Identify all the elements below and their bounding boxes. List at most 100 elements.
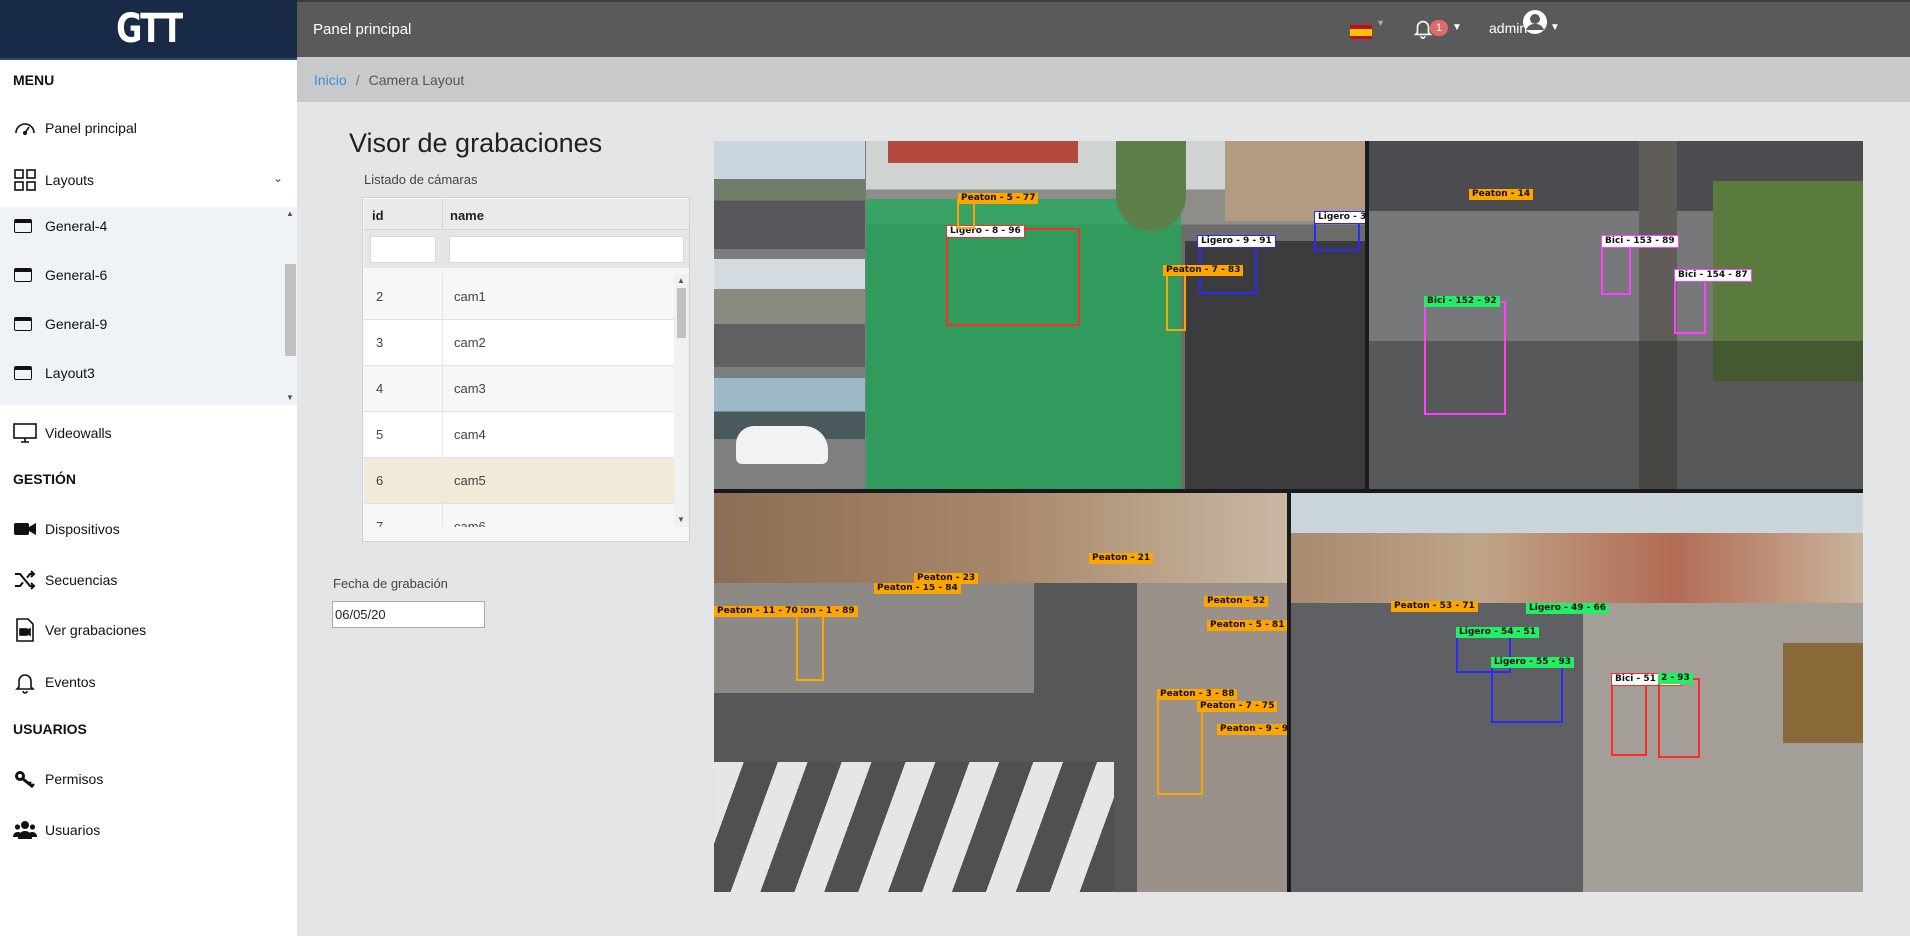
language-caret-icon[interactable]: ▼ xyxy=(1376,18,1385,28)
scroll-down-icon[interactable]: ▼ xyxy=(677,515,685,524)
column-header-id[interactable]: id xyxy=(372,208,384,223)
detection-label: Ligero - 32 xyxy=(1314,211,1365,224)
scrollbar-thumb[interactable] xyxy=(677,288,686,338)
sidebar: GTT MENU Panel principal Layouts ⌄ Gener… xyxy=(0,0,297,936)
column-divider[interactable] xyxy=(442,199,443,230)
table-scrollbar[interactable]: ▲ ▼ xyxy=(674,274,689,527)
sidebar-item-label: Layout3 xyxy=(45,365,95,381)
table-row[interactable]: 3 cam2 xyxy=(364,320,674,366)
sidebar-item-label: Dispositivos xyxy=(45,521,120,537)
camera-tile-2[interactable]: Bici - 152 - 92 Bici - 153 - 89 Bici - 1… xyxy=(1369,141,1863,489)
sidebar-item-usuarios[interactable]: Usuarios xyxy=(12,817,297,843)
cell-divider xyxy=(442,274,443,320)
grid-icon xyxy=(12,167,38,193)
camera-tile-3[interactable]: ton - 1 - 89 Peaton - 11 - 70 Peaton - 1… xyxy=(714,493,1287,892)
cell-divider xyxy=(442,458,443,504)
thumbnail-highway[interactable] xyxy=(714,141,865,249)
table-row[interactable]: 2 cam1 xyxy=(364,274,674,320)
detection-label: Peaton - 7 - 75 xyxy=(1197,701,1278,712)
detection-label: Peaton - 5 - 81 xyxy=(1207,620,1287,631)
sidebar-item-layout3[interactable]: Layout3 xyxy=(14,365,95,381)
cell-id: 4 xyxy=(376,381,384,396)
detection-box xyxy=(1658,678,1700,758)
user-caret-icon[interactable]: ▼ xyxy=(1550,22,1560,33)
monitor-icon xyxy=(12,420,38,446)
cell-divider xyxy=(442,412,443,458)
detection-label: Peaton - 5 - 77 xyxy=(958,193,1039,204)
sidebar-item-general-6[interactable]: General-6 xyxy=(14,267,107,283)
table-header: id name xyxy=(364,199,689,230)
cell-id: 2 xyxy=(376,289,384,304)
column-header-name[interactable]: name xyxy=(450,208,484,223)
chevron-down-icon[interactable]: ⌄ xyxy=(273,171,283,185)
top-bar: Panel principal xyxy=(297,0,1910,57)
cell-divider xyxy=(442,504,443,527)
cell-name: cam2 xyxy=(454,335,486,350)
camera-tile-1[interactable]: Ligero - 8 - 96 Peaton - 5 - 77 Ligero -… xyxy=(714,141,1365,489)
detection-label: Peaton - 23 xyxy=(914,573,979,584)
cell-name: cam6 xyxy=(454,519,486,527)
detection-label: Peaton - 21 xyxy=(1089,553,1154,564)
notifications-badge[interactable]: 1 xyxy=(1430,20,1449,36)
spain-flag-icon[interactable] xyxy=(1350,25,1372,39)
thumbnail-taxi[interactable] xyxy=(714,378,865,489)
trees xyxy=(1116,141,1186,231)
detection-box xyxy=(1674,274,1706,334)
detection-label: Ligero - 54 - 51 xyxy=(1456,627,1540,638)
camera-tile-4[interactable]: Ligero - 54 - 51 Ligero - 55 - 93 Ligero… xyxy=(1291,493,1863,892)
sidebar-item-secuencias[interactable]: Secuencias xyxy=(12,567,297,593)
table-row[interactable]: 4 cam3 xyxy=(364,366,674,412)
table-row[interactable]: 5 cam4 xyxy=(364,412,674,458)
name-filter-input[interactable] xyxy=(449,236,684,263)
cell-divider xyxy=(442,320,443,366)
thumbnail-bridge[interactable] xyxy=(714,259,865,367)
river xyxy=(1783,643,1863,743)
camera-list-label: Listado de cámaras xyxy=(364,172,478,187)
breadcrumb-home-link[interactable]: Inicio xyxy=(314,72,347,88)
detection-label: Ligero - 9 - 91 xyxy=(1197,235,1276,248)
detection-box xyxy=(1166,271,1186,331)
submenu-scrollbar[interactable]: ▲ ▼ xyxy=(283,207,297,405)
scroll-down-icon[interactable]: ▼ xyxy=(286,393,294,402)
detection-label: Peaton - 3 - 88 xyxy=(1157,689,1238,700)
id-filter-input[interactable] xyxy=(370,236,436,263)
detection-label: Peaton - 7 - 83 xyxy=(1163,265,1244,276)
recording-date-input[interactable] xyxy=(332,601,485,628)
sidebar-item-label: General-4 xyxy=(45,218,108,234)
sidebar-item-general-9[interactable]: General-9 xyxy=(14,316,107,332)
detection-label: Peaton - 11 - 70 xyxy=(714,606,801,617)
cell-id: 7 xyxy=(376,519,384,527)
video-camera-icon xyxy=(12,516,38,542)
bell-icon xyxy=(12,669,38,695)
scrollbar-thumb[interactable] xyxy=(285,264,296,356)
sidebar-item-permisos[interactable]: Permisos xyxy=(12,766,297,792)
sidebar-item-ver-grabaciones[interactable]: Ver grabaciones xyxy=(12,617,297,643)
sidebar-item-panel-principal[interactable]: Panel principal xyxy=(12,115,297,141)
notifications-caret-icon[interactable]: ▼ xyxy=(1452,22,1462,33)
page-title: Visor de grabaciones xyxy=(349,128,603,158)
window-icon xyxy=(14,268,32,282)
sidebar-item-layouts[interactable]: Layouts ⌄ xyxy=(12,167,297,193)
layouts-submenu: General-4 General-6 General-9 Layout3 ▲ … xyxy=(0,207,297,405)
detection-box xyxy=(946,228,1080,326)
table-row-selected[interactable]: 6 cam5 xyxy=(364,458,674,504)
sidebar-item-eventos[interactable]: Eventos xyxy=(12,669,297,695)
sidebar-item-general-4[interactable]: General-4 xyxy=(14,218,107,234)
scroll-up-icon[interactable]: ▲ xyxy=(286,209,294,218)
camera-table: id name 2 cam1 3 cam2 4 cam3 5 cam4 6 ca… xyxy=(362,197,690,542)
gestion-section-title: GESTIÓN xyxy=(13,471,77,487)
sidebar-item-videowalls[interactable]: Videowalls xyxy=(12,420,297,446)
sidebar-item-label: Usuarios xyxy=(45,822,101,838)
video-player[interactable]: Ligero - 8 - 96 Peaton - 5 - 77 Ligero -… xyxy=(714,141,1863,892)
brand-header[interactable]: GTT xyxy=(0,0,297,60)
window-icon xyxy=(14,366,32,380)
scroll-up-icon[interactable]: ▲ xyxy=(677,276,685,285)
table-row[interactable]: 7 cam6 xyxy=(364,504,674,527)
sidebar-item-dispositivos[interactable]: Dispositivos xyxy=(12,516,297,542)
detection-label: Peaton - 15 - 84 xyxy=(874,583,961,594)
detection-box xyxy=(796,611,824,681)
user-avatar-icon[interactable] xyxy=(1522,9,1548,35)
detection-label: Peaton - 9 - 9 xyxy=(1217,724,1287,735)
users-icon xyxy=(12,817,38,843)
table-body: 2 cam1 3 cam2 4 cam3 5 cam4 6 cam5 7 cam… xyxy=(364,274,689,527)
